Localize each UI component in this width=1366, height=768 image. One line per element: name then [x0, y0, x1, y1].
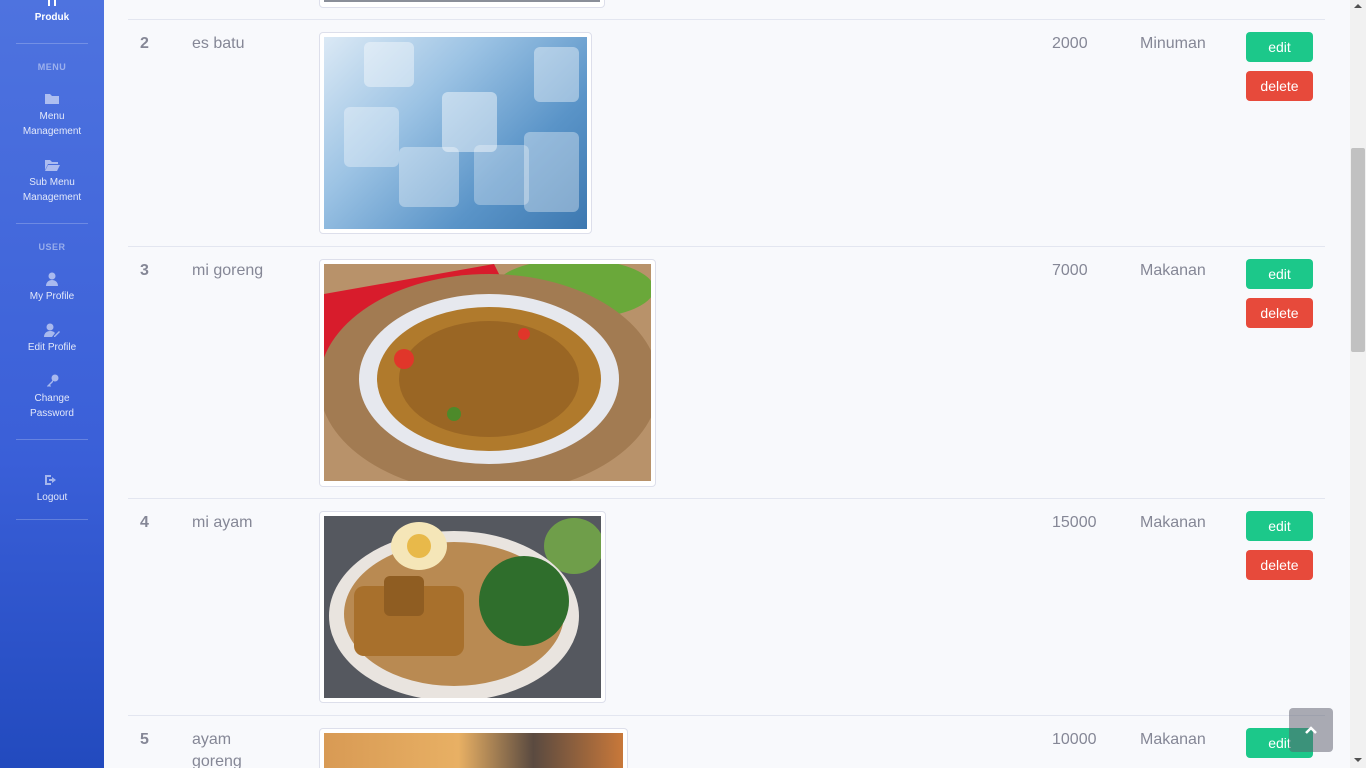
delete-button[interactable]: delete: [1246, 550, 1313, 580]
scroll-to-top-button[interactable]: [1289, 708, 1333, 752]
row-number: 2: [140, 35, 149, 52]
product-image-frame: [319, 0, 605, 8]
brand-label: Produk: [34, 12, 70, 23]
sidebar-item-label: Sub Menu Management: [22, 177, 82, 203]
row-number: 4: [140, 514, 149, 531]
folder-open-icon: [45, 160, 60, 171]
brand-icon: [48, 0, 56, 6]
row-divider: [128, 498, 1325, 499]
fried-noodles-photo: [324, 264, 651, 481]
sidebar-item-sub-menu-management[interactable]: Sub Menu Management: [0, 158, 104, 205]
edit-button[interactable]: edit: [1246, 511, 1313, 541]
sidebar-heading-menu: MENU: [37, 62, 67, 72]
product-name: mi ayam: [192, 514, 253, 531]
sidebar-divider: [16, 43, 88, 44]
scroll-up-arrow-icon[interactable]: [1353, 2, 1363, 10]
delete-button[interactable]: delete: [1246, 298, 1313, 328]
product-image-frame: [319, 32, 592, 234]
sidebar: Produk MENU Menu Management Sub Menu Manag…: [0, 0, 104, 768]
sidebar-divider: [16, 223, 88, 224]
row-divider: [128, 246, 1325, 247]
product-image-frame: [319, 728, 628, 768]
product-price: 7000: [1052, 262, 1088, 279]
scroll-down-arrow-icon[interactable]: [1353, 756, 1363, 764]
sidebar-divider: [16, 519, 88, 520]
sidebar-item-my-profile[interactable]: My Profile: [0, 272, 104, 304]
key-icon: [47, 374, 59, 387]
sign-out-icon: [45, 475, 56, 485]
row-number: 3: [140, 262, 149, 279]
product-price: 2000: [1052, 35, 1088, 52]
row-divider: [128, 19, 1325, 20]
product-price: 15000: [1052, 514, 1097, 531]
product-image-frame: [319, 259, 656, 487]
chicken-noodles-photo: [324, 516, 601, 698]
product-price: 10000: [1052, 731, 1097, 748]
sidebar-item-label: Menu Management: [22, 111, 82, 137]
product-category: Makanan: [1140, 731, 1206, 748]
folder-icon: [45, 94, 59, 104]
product-image-frame: [319, 511, 606, 703]
sidebar-divider: [16, 439, 88, 440]
edit-button[interactable]: edit: [1246, 32, 1313, 62]
sidebar-item-menu-management[interactable]: Menu Management: [0, 92, 104, 139]
sidebar-item-edit-profile[interactable]: Edit Profile: [0, 323, 104, 355]
row-divider: [128, 715, 1325, 716]
scrollbar-track[interactable]: [1350, 0, 1366, 768]
sidebar-item-label: Logout: [36, 492, 68, 503]
delete-button[interactable]: delete: [1246, 71, 1313, 101]
user-edit-icon: [44, 323, 60, 337]
product-category: Makanan: [1140, 262, 1206, 279]
ice-cubes-photo: [324, 37, 587, 229]
product-name: ayam goreng: [192, 731, 242, 768]
chevron-up-icon: [1305, 726, 1317, 734]
sidebar-item-label: Change Password: [30, 393, 74, 419]
product-category: Makanan: [1140, 514, 1206, 531]
fried-chicken-photo: [324, 733, 623, 768]
product-image: [324, 0, 600, 2]
product-category: Minuman: [1140, 35, 1206, 52]
edit-button[interactable]: edit: [1246, 259, 1313, 289]
sidebar-item-change-password[interactable]: Change Password: [0, 374, 104, 421]
scrollbar-thumb[interactable]: [1351, 148, 1365, 352]
sidebar-item-logout[interactable]: Logout: [0, 473, 104, 505]
user-icon: [46, 272, 58, 286]
sidebar-item-label: Edit Profile: [27, 342, 77, 353]
product-name: es batu: [192, 35, 245, 52]
product-name: mi goreng: [192, 262, 264, 279]
sidebar-item-label: My Profile: [29, 291, 75, 302]
sidebar-heading-user: USER: [38, 242, 66, 252]
row-number: 5: [140, 731, 149, 748]
product-table: 2 es batu 2000 Minuman edit delete 3 mi: [104, 0, 1350, 768]
